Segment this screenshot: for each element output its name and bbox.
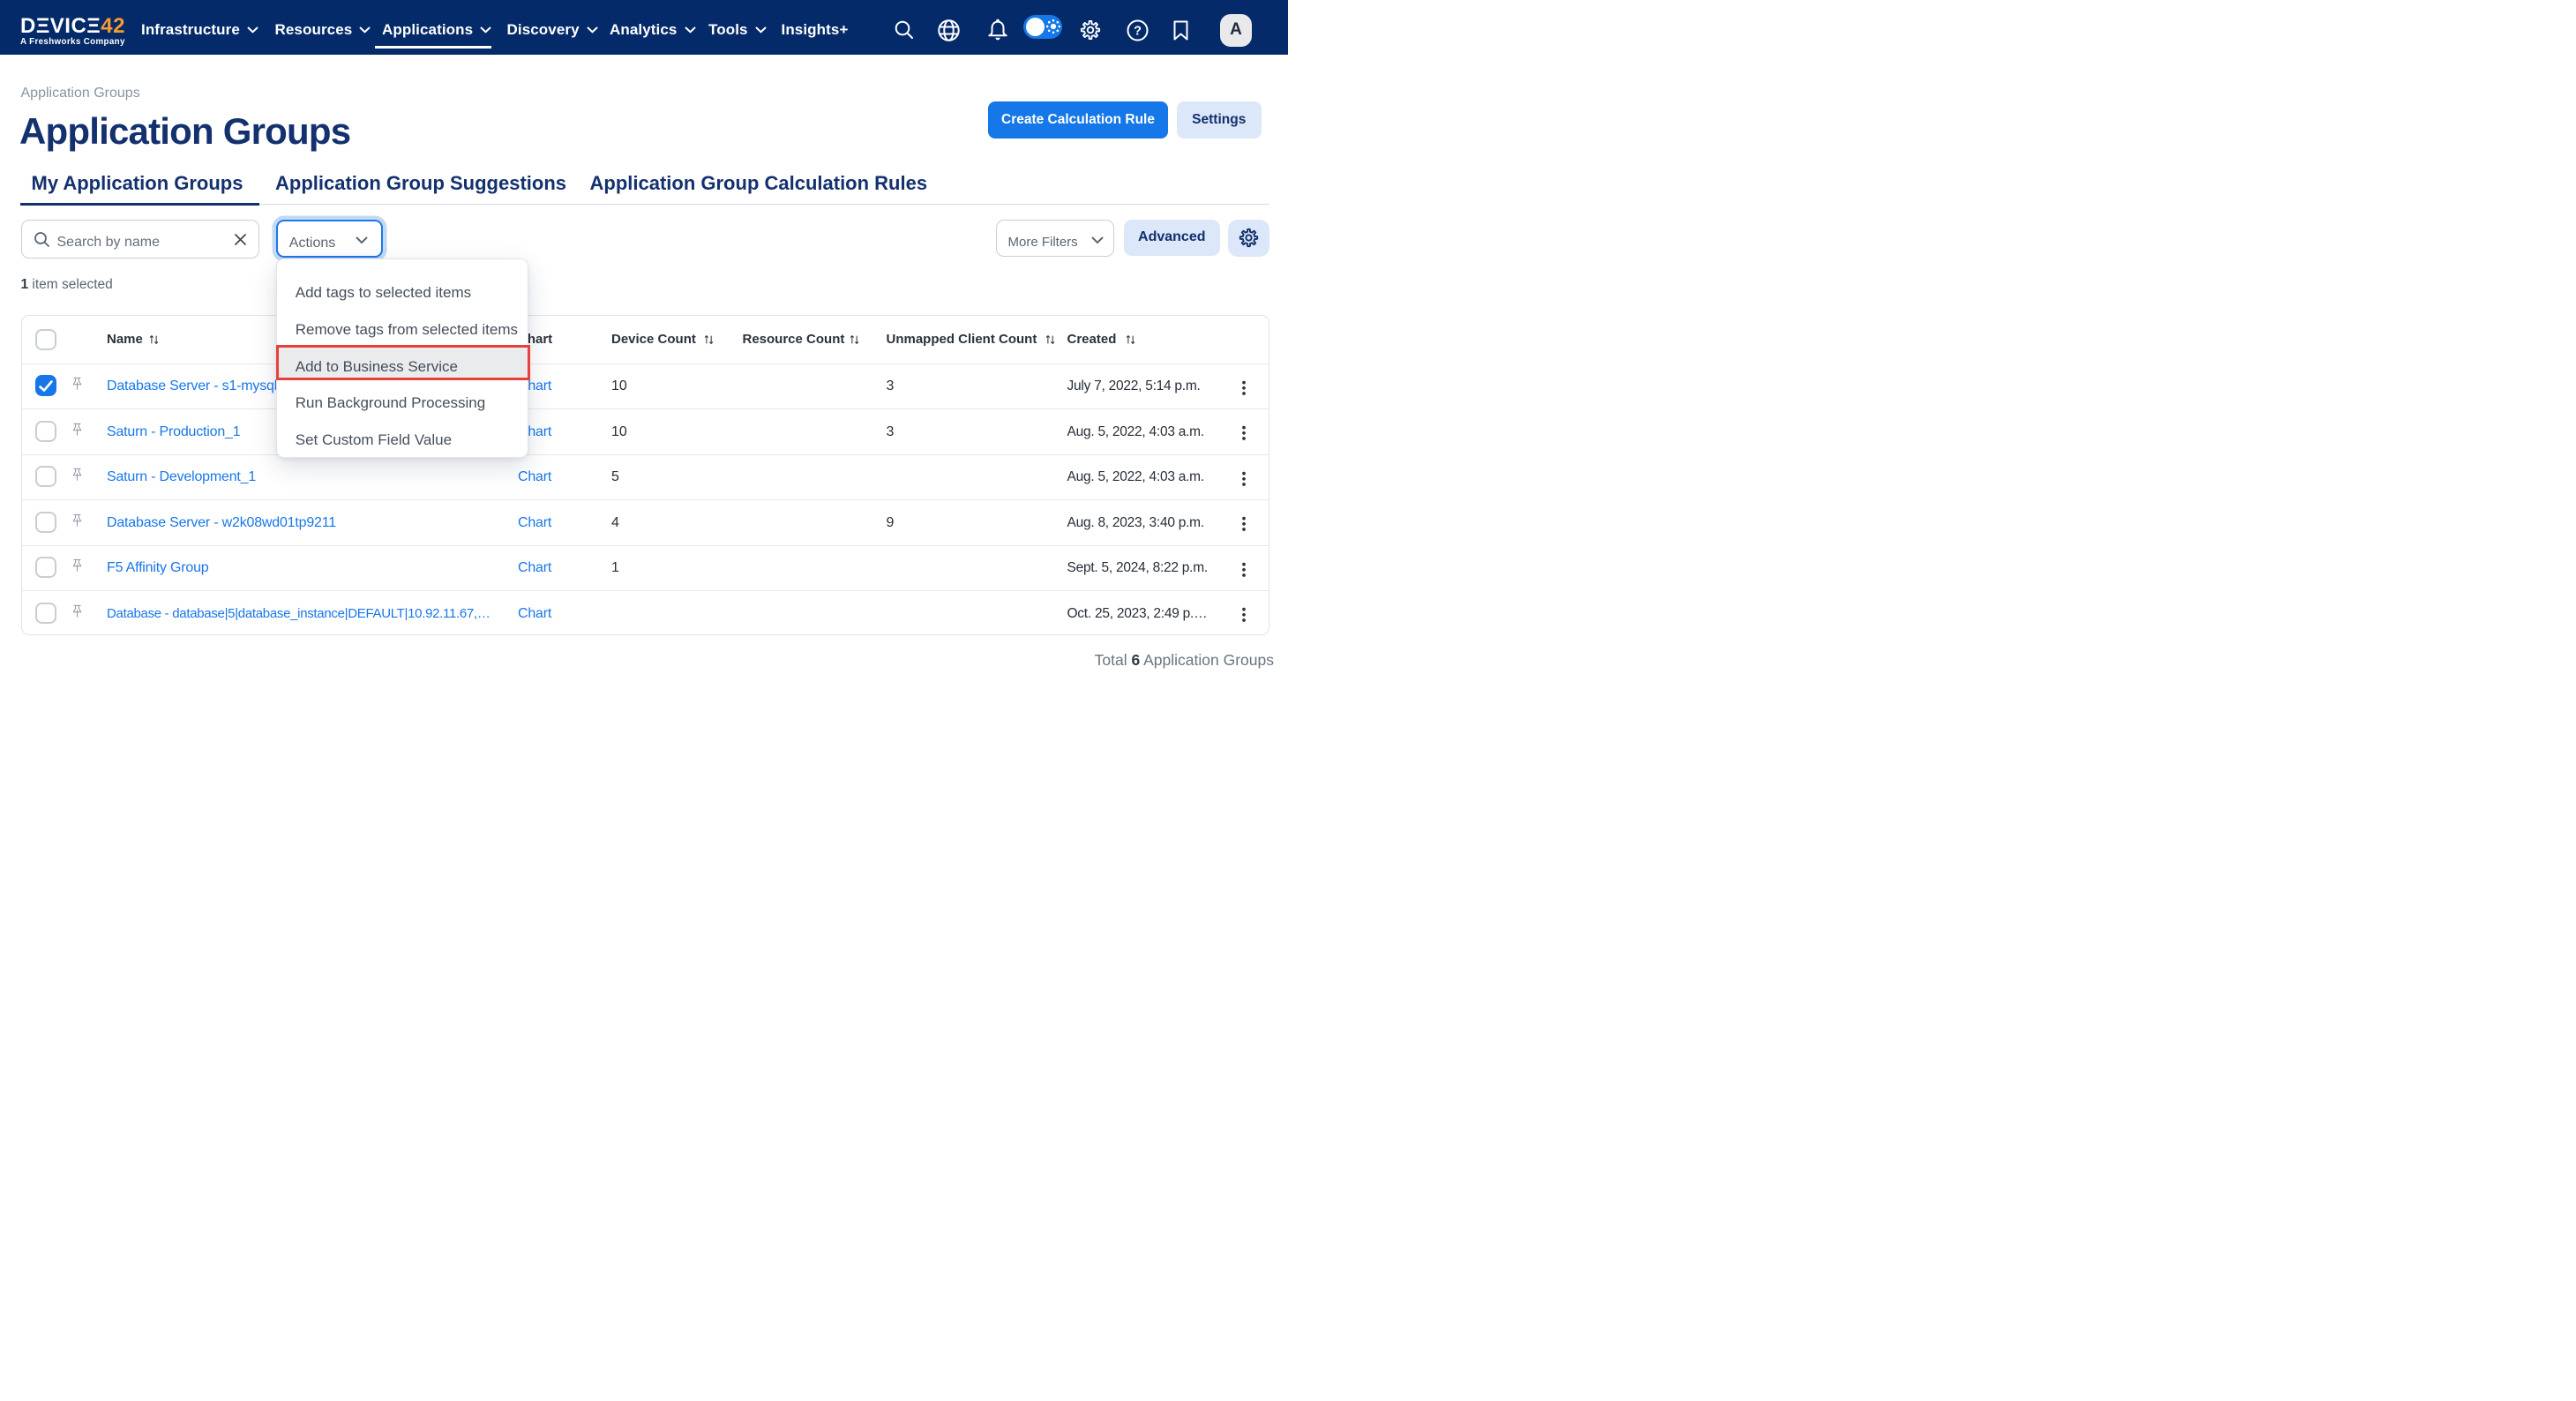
svg-text:?: ? (1134, 24, 1142, 38)
